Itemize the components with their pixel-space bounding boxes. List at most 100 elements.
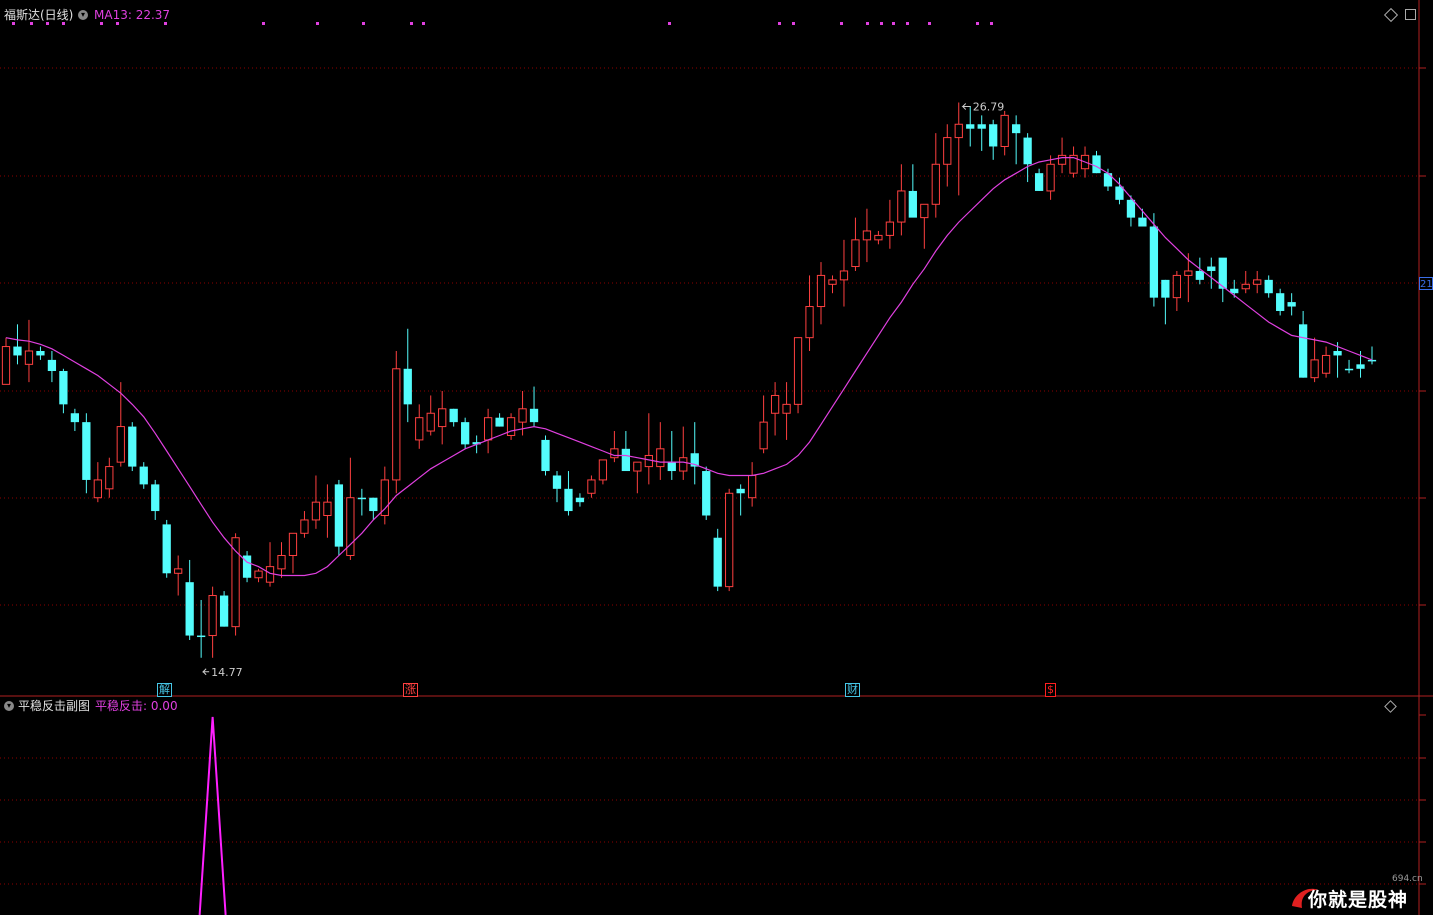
candle-body bbox=[1046, 163, 1055, 192]
candle-body bbox=[151, 484, 160, 512]
candle-body bbox=[748, 474, 757, 499]
top-dot bbox=[62, 22, 65, 25]
marker-jie[interactable]: 解 bbox=[157, 683, 172, 697]
candle-body bbox=[1126, 199, 1136, 218]
candle-body bbox=[128, 426, 137, 467]
candle-body bbox=[369, 497, 378, 512]
candle-body bbox=[1310, 359, 1319, 379]
subchart-title: 平稳反击副图 bbox=[18, 699, 91, 713]
candle-body bbox=[495, 417, 504, 427]
candle-body bbox=[197, 635, 206, 638]
candle-body bbox=[541, 439, 550, 472]
candle-body bbox=[185, 582, 194, 636]
top-dot bbox=[100, 22, 103, 25]
candle-body bbox=[116, 426, 125, 463]
candle-body bbox=[897, 190, 906, 223]
main-chart: 14.77 26.79 bbox=[0, 0, 1433, 697]
candle-body bbox=[770, 394, 780, 414]
candle-body bbox=[702, 471, 711, 516]
top-dot bbox=[164, 22, 167, 25]
candle-body bbox=[862, 230, 872, 241]
candle-body bbox=[311, 501, 321, 521]
candle-body bbox=[1356, 364, 1365, 369]
marker-dollar[interactable]: $ bbox=[1045, 683, 1056, 697]
top-dot bbox=[12, 22, 15, 25]
top-dot bbox=[892, 22, 895, 25]
marker-zhang[interactable]: 涨 bbox=[403, 683, 418, 697]
top-dot bbox=[866, 22, 869, 25]
candle-body bbox=[759, 421, 768, 450]
candle-body bbox=[1, 346, 11, 385]
candle-body bbox=[564, 488, 573, 512]
candle-body bbox=[874, 234, 883, 241]
stock-title: 福斯达(日线) bbox=[4, 8, 74, 22]
candle-body bbox=[633, 461, 642, 472]
candle-body bbox=[506, 417, 516, 436]
ma13-polyline bbox=[5, 157, 1373, 577]
candle-body bbox=[1241, 283, 1250, 290]
top-dot bbox=[30, 22, 33, 25]
top-dot bbox=[880, 22, 883, 25]
candle-body bbox=[1264, 279, 1273, 294]
candle-body bbox=[1287, 302, 1296, 307]
candle-body bbox=[621, 448, 630, 472]
top-dot bbox=[46, 22, 49, 25]
candle-body bbox=[426, 412, 435, 432]
candle-body bbox=[1034, 173, 1044, 191]
candle-body bbox=[908, 190, 917, 218]
chevron-down-icon[interactable]: ▾ bbox=[4, 701, 14, 711]
ma-label: MA13: 22.37 bbox=[94, 8, 171, 22]
candle-body bbox=[1195, 270, 1204, 280]
candle-body bbox=[334, 484, 344, 547]
candle-body bbox=[931, 163, 940, 205]
signal-line bbox=[198, 716, 227, 915]
candle-body bbox=[461, 422, 470, 445]
candle-body bbox=[1149, 226, 1159, 298]
candle-body bbox=[415, 417, 424, 441]
candle-body bbox=[162, 524, 171, 574]
candle-body bbox=[265, 566, 275, 583]
candle-body bbox=[805, 306, 814, 339]
candle-body bbox=[793, 337, 803, 405]
candle-body bbox=[93, 479, 102, 499]
candle-body bbox=[70, 413, 80, 423]
candle-body bbox=[380, 479, 389, 516]
candle-body bbox=[1161, 279, 1170, 298]
top-dot bbox=[422, 22, 425, 25]
candle-body bbox=[667, 462, 676, 472]
candle-body bbox=[24, 350, 34, 365]
high-price-label: 26.79 bbox=[973, 100, 1005, 113]
candle-body bbox=[725, 492, 734, 588]
candle-body bbox=[656, 448, 665, 468]
candle-body bbox=[575, 497, 585, 503]
candle-body bbox=[105, 466, 114, 490]
top-dot bbox=[668, 22, 671, 25]
candle-body bbox=[208, 595, 217, 637]
candle-body bbox=[587, 479, 596, 494]
top-dot bbox=[976, 22, 979, 25]
candle-body bbox=[254, 570, 263, 579]
candle-body bbox=[438, 408, 447, 428]
candle-body bbox=[403, 368, 412, 405]
candle-body bbox=[1172, 274, 1181, 299]
candle-body bbox=[885, 221, 895, 236]
subchart-value-label: 平稳反击: 0.00 bbox=[95, 699, 178, 713]
top-dot bbox=[116, 22, 119, 25]
candle-body bbox=[1000, 114, 1009, 147]
candle-body bbox=[989, 124, 998, 147]
top-dot bbox=[410, 22, 413, 25]
candle-body bbox=[139, 466, 148, 485]
candle-body bbox=[277, 555, 286, 570]
candle-body bbox=[483, 417, 493, 441]
marker-cai[interactable]: 财 bbox=[845, 683, 860, 697]
candle-body bbox=[782, 403, 791, 414]
candle-body bbox=[713, 537, 722, 587]
watermark-text: 你就是股神 bbox=[1308, 889, 1409, 911]
candle-body bbox=[816, 274, 826, 308]
chevron-down-icon[interactable]: ▾ bbox=[78, 10, 88, 20]
window-toggle-icon[interactable] bbox=[1405, 9, 1416, 20]
candle-body bbox=[920, 203, 929, 219]
candle-body bbox=[219, 595, 229, 627]
top-dot bbox=[262, 22, 265, 25]
top-dot bbox=[840, 22, 843, 25]
